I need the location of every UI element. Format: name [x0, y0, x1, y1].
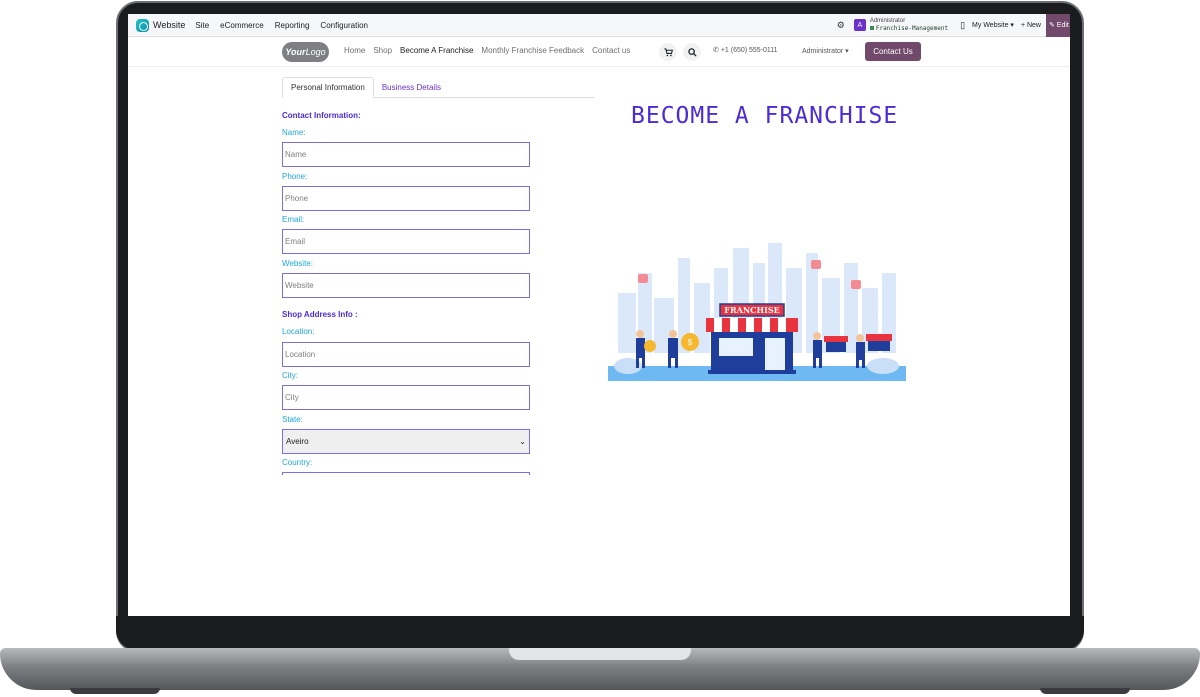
nav-become-a-franchise[interactable]: Become A Franchise [400, 46, 473, 55]
mobile-preview-icon[interactable]: ▯ [960, 20, 965, 31]
location-input[interactable]: Location [282, 342, 530, 367]
user-dropdown[interactable]: Administrator ▾ [802, 47, 849, 55]
edit-button[interactable]: ✎ Edit [1046, 14, 1070, 37]
location-label: Location: [282, 327, 315, 336]
franchise-illustration: FRANCHISE $ [608, 243, 906, 381]
name-input[interactable]: Name [282, 142, 530, 167]
phone-icon: ✆ [713, 47, 721, 54]
new-button[interactable]: + New [1021, 22, 1041, 29]
debug-icon[interactable]: ⚙ [837, 20, 845, 31]
state-select[interactable]: Aveiro ⌄ [282, 429, 530, 454]
my-website-dropdown[interactable]: My Website ▾ [972, 21, 1014, 29]
nav-home[interactable]: Home [344, 46, 365, 55]
app-name[interactable]: Website [153, 20, 185, 30]
admin-bar-right: ⚙ A Administrator Franchise-Management ▯… [837, 14, 1070, 37]
avatar[interactable]: A [853, 19, 866, 31]
main-nav: Home Shop Become A Franchise Monthly Fra… [344, 46, 630, 55]
contact-us-button[interactable]: Contact Us [865, 42, 921, 61]
tab-business-details[interactable]: Business Details [374, 77, 449, 98]
logo-rest: Logo [305, 47, 326, 57]
website-input[interactable]: Website [282, 273, 530, 298]
site-header: Your Logo Home Shop Become A Franchise Mo… [128, 37, 1070, 67]
form-tabs: Personal Information Business Details [282, 77, 594, 98]
contact-information-heading: Contact Information: [282, 111, 361, 120]
email-label: Email: [282, 215, 305, 224]
nav-monthly-franchise-feedback[interactable]: Monthly Franchise Feedback [481, 46, 584, 55]
admin-bar: Website Site eCommerce Reporting Configu… [128, 14, 1070, 37]
admin-menu-reporting[interactable]: Reporting [275, 21, 310, 30]
search-icon[interactable] [683, 43, 701, 61]
database-status-icon [869, 26, 874, 30]
chevron-down-icon: ⌄ [519, 437, 526, 446]
admin-menu-site[interactable]: Site [195, 21, 209, 30]
dollar-icon: $ [688, 338, 693, 347]
page-title: BECOME A FRANCHISE [631, 103, 899, 129]
database-name: Franchise-Management [875, 25, 949, 32]
site-logo[interactable]: Your Logo [282, 42, 329, 62]
shop-address-heading: Shop Address Info : [282, 310, 358, 319]
country-input-partial[interactable] [282, 472, 530, 475]
state-selected-value: Aveiro [286, 437, 309, 446]
franchise-sign-text: FRANCHISE [724, 305, 779, 315]
admin-menu-configuration[interactable]: Configuration [320, 21, 368, 30]
country-label: Country: [282, 458, 313, 467]
phone-link[interactable]: ✆ +1 (650) 555-0111 [713, 46, 778, 54]
admin-user-info[interactable]: Administrator Franchise-Management [869, 17, 949, 33]
state-label: State: [282, 415, 303, 424]
website-app-icon[interactable] [136, 18, 149, 32]
phone-number: +1 (650) 555-0111 [720, 47, 778, 54]
nav-shop[interactable]: Shop [373, 46, 392, 55]
city-input[interactable]: City [282, 385, 530, 410]
email-input[interactable]: Email [282, 229, 530, 254]
screen: Website Site eCommerce Reporting Configu… [128, 14, 1070, 616]
admin-menu-ecommerce[interactable]: eCommerce [220, 21, 264, 30]
admin-database: Franchise-Management [869, 25, 949, 33]
laptop-notch [509, 648, 691, 660]
laptop-foot-right [1040, 688, 1130, 694]
admin-user-name: Administrator [869, 18, 906, 24]
tab-personal-information[interactable]: Personal Information [282, 77, 374, 98]
cart-icon[interactable] [659, 43, 677, 61]
laptop-foot-left [70, 688, 160, 694]
nav-contact-us[interactable]: Contact us [592, 46, 630, 55]
phone-input[interactable]: Phone [282, 186, 530, 211]
admin-menu: Site eCommerce Reporting Configuration [195, 21, 368, 30]
city-label: City: [282, 371, 298, 380]
name-label: Name: [282, 128, 306, 137]
phone-label: Phone: [282, 172, 308, 181]
website-label: Website: [282, 259, 313, 268]
laptop-bezel-bottom [116, 616, 1084, 650]
logo-bold: Your [285, 47, 306, 57]
